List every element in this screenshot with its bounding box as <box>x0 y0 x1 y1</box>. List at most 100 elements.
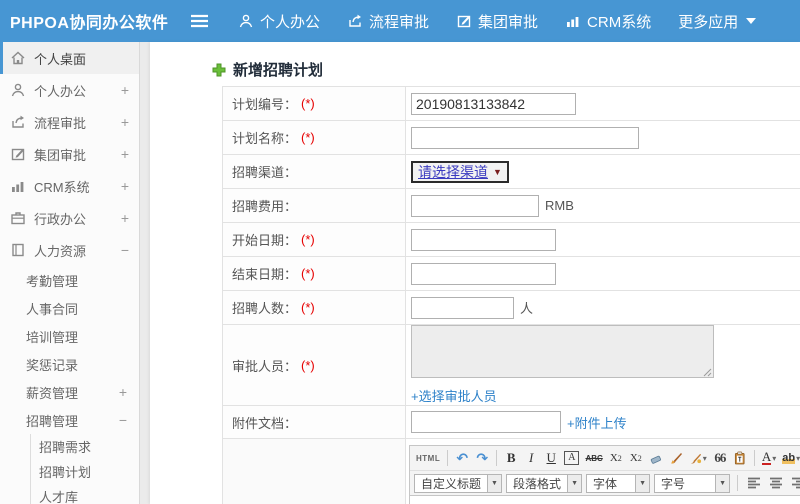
chevron-down-icon: ▼ <box>567 474 582 492</box>
form-row-headcount: 招聘人数： (*) 人 <box>223 291 800 325</box>
form-row-plan-name: 计划名称： (*) <box>223 121 800 155</box>
recruit-plan-form: 计划编号： (*) 计划名称： (*) 招聘渠道： <box>222 86 800 504</box>
start-date-input[interactable] <box>411 228 556 251</box>
sidebar-subitem-rewards[interactable]: 奖惩记录 <box>0 350 139 378</box>
italic-button[interactable]: I <box>522 449 540 467</box>
sidebar-item-group-approval[interactable]: 集团审批 + <box>0 138 139 170</box>
form-row-channel: 招聘渠道： 请选择渠道 ▼ <box>223 155 800 189</box>
eraser-button[interactable] <box>647 449 665 467</box>
field-label: 计划编号： <box>232 97 298 112</box>
form-row-attachment: 附件文档： +附件上传 <box>223 406 800 439</box>
sidebar-item-hr[interactable]: 人力资源 − <box>0 234 139 266</box>
channel-select[interactable]: 请选择渠道 ▼ <box>411 160 509 183</box>
fee-unit: RMB <box>545 198 574 213</box>
sidebar-item-desktop[interactable]: 个人桌面 <box>0 42 139 74</box>
format-brush-button[interactable] <box>667 449 685 467</box>
attachment-input[interactable] <box>411 411 561 433</box>
subscript-button[interactable]: X2 <box>627 449 645 467</box>
editor-toolbar-row2: 自定义标题 ▼ 段落格式 ▼ 字体 ▼ 字号 ▼ <box>410 470 800 496</box>
underline-button[interactable]: U <box>542 449 560 467</box>
chevron-down-icon: ▼ <box>635 474 650 492</box>
editor-row-label-cell <box>223 439 406 504</box>
font-size-combo[interactable]: 字号 ▼ <box>654 473 731 493</box>
field-label: 计划名称： <box>232 131 298 146</box>
nav-item-group-approval[interactable]: 集团审批 <box>456 11 538 32</box>
plan-no-input[interactable] <box>411 92 576 115</box>
sidebar-item-label: 个人办公 <box>34 83 87 99</box>
font-style-button[interactable]: A <box>562 449 581 467</box>
plan-name-input[interactable] <box>411 126 639 149</box>
superscript-button[interactable]: X2 <box>607 449 625 467</box>
align-right-button[interactable] <box>789 474 800 492</box>
paste-button[interactable] <box>731 449 749 467</box>
fee-input[interactable] <box>411 194 539 217</box>
nav-item-more-apps[interactable]: 更多应用 <box>678 11 757 32</box>
paragraph-format-combo[interactable]: 段落格式 ▼ <box>506 473 583 493</box>
sidebar-item-label: 个人桌面 <box>34 51 87 67</box>
sidebar-leaf-recruit-plan[interactable]: 招聘计划 <box>31 459 139 484</box>
strikethrough-button[interactable]: ABC <box>583 449 604 467</box>
highlight-color-button[interactable]: ab ▾ <box>780 449 800 467</box>
redo-button[interactable]: ↷ <box>473 449 491 467</box>
sidebar-item-crm[interactable]: CRM系统 + <box>0 170 139 202</box>
brush-icon <box>670 453 682 464</box>
top-navbar: PHPOA协同办公软件 个人办公 流程审批 集团审批 CRM系统 更多应用 <box>0 0 800 42</box>
sidebar-item-admin-office[interactable]: 行政办公 + <box>0 202 139 234</box>
collapse-minus-icon: − <box>118 412 127 428</box>
undo-button[interactable]: ↶ <box>453 449 471 467</box>
sidebar-item-label: 集团审批 <box>34 147 87 163</box>
blockquote-button[interactable]: 66 <box>711 449 729 467</box>
chevron-down-icon: ▾ <box>702 453 707 463</box>
rich-text-editor: HTML ↶ ↷ B I U A ABC X2 X2 ▾ 66 A ▾ ab ▾… <box>409 445 800 504</box>
align-right-icon <box>792 477 800 489</box>
expand-plus-icon: + <box>120 210 129 226</box>
sidebar-subitem-recruitment[interactable]: 招聘管理 − <box>0 406 139 434</box>
end-date-input[interactable] <box>411 262 556 285</box>
sidebar-subitem-hr-contract[interactable]: 人事合同 <box>0 294 139 322</box>
chevron-down-icon <box>746 18 757 24</box>
font-color-button[interactable]: A ▾ <box>760 449 778 467</box>
person-icon <box>238 13 254 29</box>
field-label: 招聘费用： <box>232 199 298 214</box>
expand-plus-icon: + <box>120 114 129 130</box>
form-row-fee: 招聘费用： RMB <box>223 189 800 223</box>
sidebar-item-label: 流程审批 <box>34 115 87 131</box>
hamburger-menu-icon[interactable] <box>190 14 212 28</box>
main-content: 新增招聘计划 计划编号： (*) 计划名称： (*) <box>150 42 800 504</box>
nav-item-crm[interactable]: CRM系统 <box>565 11 651 32</box>
bold-button[interactable]: B <box>502 449 520 467</box>
sidebar-item-workflow-approval[interactable]: 流程审批 + <box>0 106 139 138</box>
headcount-unit: 人 <box>520 301 534 316</box>
nav-item-label: 集团审批 <box>478 13 539 31</box>
choose-approver-link[interactable]: +选择审批人员 <box>411 386 497 405</box>
align-left-button[interactable] <box>745 474 763 492</box>
nav-item-label: 更多应用 <box>678 13 739 31</box>
select-arrow-icon: ▼ <box>493 166 502 177</box>
headcount-input[interactable] <box>411 296 514 319</box>
align-center-icon <box>770 477 783 489</box>
field-label: 招聘人数： <box>232 301 298 316</box>
field-label: 开始日期： <box>232 233 298 248</box>
expand-plus-icon: + <box>120 82 129 98</box>
required-mark: (*) <box>301 266 315 281</box>
sidebar-subitem-training[interactable]: 培训管理 <box>0 322 139 350</box>
sidebar-subitem-salary[interactable]: 薪资管理 + <box>0 378 139 406</box>
sidebar-leaf-talent-pool[interactable]: 人才库 <box>31 484 139 504</box>
attachment-upload-link[interactable]: +附件上传 <box>567 413 627 432</box>
sidebar-leaf-recruit-demand[interactable]: 招聘需求 <box>31 434 139 459</box>
nav-item-workflow-approval[interactable]: 流程审批 <box>347 11 429 32</box>
page-title: 新增招聘计划 <box>233 62 324 79</box>
nav-item-personal-office[interactable]: 个人办公 <box>238 11 320 32</box>
form-row-approver: 审批人员： (*) +选择审批人员 <box>223 325 800 406</box>
editor-content-area[interactable] <box>410 496 800 504</box>
approver-textarea[interactable] <box>411 325 714 378</box>
custom-title-combo[interactable]: 自定义标题 ▼ <box>414 473 503 493</box>
align-center-button[interactable] <box>767 474 785 492</box>
format-painter-button[interactable]: ▾ <box>687 449 709 467</box>
sidebar-item-personal-office[interactable]: 个人办公 + <box>0 74 139 106</box>
sidebar-subitem-attendance[interactable]: 考勤管理 <box>0 266 139 294</box>
html-source-button[interactable]: HTML <box>414 449 442 467</box>
home-icon <box>10 50 27 66</box>
field-label: 审批人员： <box>232 358 298 374</box>
font-family-combo[interactable]: 字体 ▼ <box>586 473 651 493</box>
